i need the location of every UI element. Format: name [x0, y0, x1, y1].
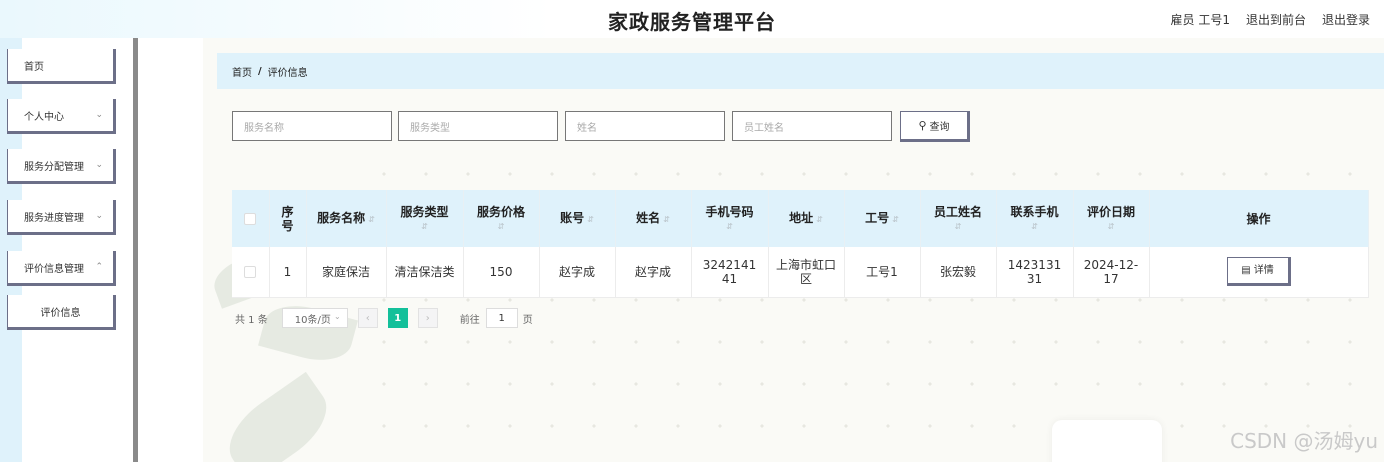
table-header-row: 序号 服务名称 ⇵ 服务类型 ⇵ 服务价格 ⇵ 账号 ⇵ 姓名 ⇵ 手机号码 ⇵ 地址 ⇵ 工… [232, 190, 1369, 247]
chevron-down-icon: ⌄ [95, 110, 103, 120]
col-name[interactable]: 姓名 ⇵ [615, 190, 692, 247]
cell-employee-name: 张宏毅 [920, 247, 997, 298]
cell-service-type: 清洁保洁类 [386, 247, 464, 298]
col-seq: 序号 [269, 190, 307, 247]
col-account[interactable]: 账号 ⇵ [539, 190, 616, 247]
sort-icon: ⇵ [497, 222, 505, 231]
col-employee-name[interactable]: 员工姓名 ⇵ [920, 190, 997, 247]
sidebar-item-service-assignment[interactable]: 服务分配管理 ⌄ [7, 149, 116, 184]
sort-icon: ⇵ [663, 214, 670, 224]
pagination: 共 1 条 10条/页 ⌄ ‹ 1 › 前往 1 页 [235, 308, 533, 328]
search-button-label: 查询 [929, 122, 950, 133]
sidebar-item-label: 首页 [24, 61, 44, 73]
col-phone[interactable]: 手机号码 ⇵ [691, 190, 769, 247]
placeholder-text: 服务类型 [410, 122, 450, 134]
search-button[interactable]: ⚲ 查询 [900, 111, 970, 142]
select-all-checkbox[interactable] [244, 213, 257, 225]
sort-icon: ⇵ [954, 222, 962, 231]
sort-icon: ⇵ [816, 214, 823, 224]
employee-name-input[interactable]: 员工姓名 [732, 111, 892, 141]
placeholder-text: 员工姓名 [744, 122, 784, 134]
breadcrumb-separator: / [258, 65, 262, 77]
col-service-name[interactable]: 服务名称 ⇵ [306, 190, 387, 247]
col-service-price[interactable]: 服务价格 ⇵ [463, 190, 540, 247]
select-all-header [232, 190, 270, 247]
sort-icon: ⇵ [1031, 222, 1038, 231]
cell-contact-phone: 142313131 [996, 247, 1074, 298]
logout-link[interactable]: 退出登录 [1322, 11, 1370, 28]
sidebar-item-home[interactable]: 首页 [7, 49, 116, 84]
cell-name: 赵字成 [615, 247, 692, 298]
sidebar-item-label: 服务进度管理 [24, 212, 84, 224]
goto-label: 前往 [459, 314, 480, 326]
breadcrumb-home[interactable]: 首页 [232, 64, 252, 79]
page-size-select[interactable]: 10条/页 ⌄ [281, 308, 348, 328]
row-select-cell [232, 247, 270, 298]
name-input[interactable]: 姓名 [565, 111, 725, 141]
row-checkbox[interactable] [244, 266, 257, 279]
sort-icon: ⇵ [587, 214, 594, 224]
sidebar-subitem-review-info[interactable]: 评价信息 [7, 295, 116, 330]
sidebar-item-label: 服务分配管理 [24, 161, 84, 173]
cell-seq: 1 [269, 247, 307, 298]
col-contact-phone[interactable]: 联系手机 ⇵ [996, 190, 1074, 247]
table-row: 1 家庭保洁 清洁保洁类 150 赵字成 赵字成 324214141 上海市虹口… [232, 247, 1369, 298]
total-count: 共 1 条 [235, 314, 268, 326]
sort-icon: ⇵ [421, 222, 428, 231]
next-page-button[interactable]: › [417, 308, 438, 328]
sidebar-item-label: 评价信息 [40, 307, 81, 319]
col-service-type[interactable]: 服务类型 ⇵ [386, 190, 464, 247]
sidebar-item-review-management[interactable]: 评价信息管理 ⌃ [7, 251, 116, 286]
prev-page-button[interactable]: ‹ [357, 308, 378, 328]
col-action: 操作 [1149, 190, 1369, 247]
current-page-button[interactable]: 1 [387, 308, 408, 328]
sidebar-item-personal-center[interactable]: 个人中心 ⌄ [7, 99, 116, 134]
leaf-decoration [215, 371, 341, 462]
placeholder-text: 服务名称 [244, 122, 284, 134]
cell-review-date: 2024-12-17 [1073, 247, 1150, 298]
breadcrumb-current: 评价信息 [267, 67, 308, 79]
sidebar-item-label: 个人中心 [24, 111, 64, 123]
cell-address: 上海市虹口区 [768, 247, 845, 298]
chevron-down-icon: ⌄ [334, 312, 341, 321]
document-icon: ▤ [1241, 264, 1251, 276]
col-employee-no[interactable]: 工号 ⇵ [844, 190, 921, 247]
service-type-input[interactable]: 服务类型 [398, 111, 558, 141]
detail-button[interactable]: ▤ 详情 [1226, 257, 1291, 287]
chevron-down-icon: ⌄ [95, 211, 103, 221]
chevron-down-icon: ⌄ [95, 160, 103, 170]
placeholder-text: 姓名 [577, 122, 597, 134]
chevron-up-icon: ⌃ [95, 262, 103, 272]
sidebar-item-service-progress[interactable]: 服务进度管理 ⌄ [7, 200, 116, 235]
sidebar-item-label: 评价信息管理 [24, 263, 84, 275]
user-label: 雇员 工号1 [1170, 13, 1230, 27]
col-review-date[interactable]: 评价日期 ⇵ [1073, 190, 1150, 247]
watermark: CSDN @汤姆yu [1230, 429, 1378, 453]
review-table: 序号 服务名称 ⇵ 服务类型 ⇵ 服务价格 ⇵ 账号 ⇵ 姓名 ⇵ 手机号码 ⇵ 地址 ⇵ 工… [232, 190, 1369, 298]
search-icon: ⚲ [918, 119, 927, 132]
sort-icon: ⇵ [726, 222, 733, 231]
chevron-right-icon: › [425, 312, 430, 324]
sort-icon: ⇵ [1107, 222, 1115, 231]
cell-account: 赵字成 [539, 247, 616, 298]
service-name-input[interactable]: 服务名称 [232, 111, 392, 141]
goto-page-input[interactable]: 1 [485, 308, 518, 328]
chevron-left-icon: ‹ [365, 312, 370, 324]
sidebar-divider [133, 38, 138, 462]
header-nav: 雇员 工号1 退出到前台 退出登录 [1171, 11, 1370, 28]
cell-service-price: 150 [463, 247, 540, 298]
sort-icon: ⇵ [892, 214, 899, 224]
col-address[interactable]: 地址 ⇵ [768, 190, 845, 247]
cell-phone: 324214141 [691, 247, 769, 298]
cell-employee-no: 工号1 [844, 247, 921, 298]
page-unit-label: 页 [522, 314, 533, 326]
exit-to-front-link[interactable]: 退出到前台 [1246, 11, 1306, 28]
top-header: 家政服务管理平台 雇员 工号1 退出到前台 退出登录 [0, 0, 1384, 38]
breadcrumb: 首页 / 评价信息 [217, 53, 1384, 89]
cell-action: ▤ 详情 [1149, 247, 1369, 298]
product-jar-decoration [1052, 420, 1162, 462]
cell-service-name: 家庭保洁 [306, 247, 387, 298]
sort-icon: ⇵ [368, 214, 375, 224]
